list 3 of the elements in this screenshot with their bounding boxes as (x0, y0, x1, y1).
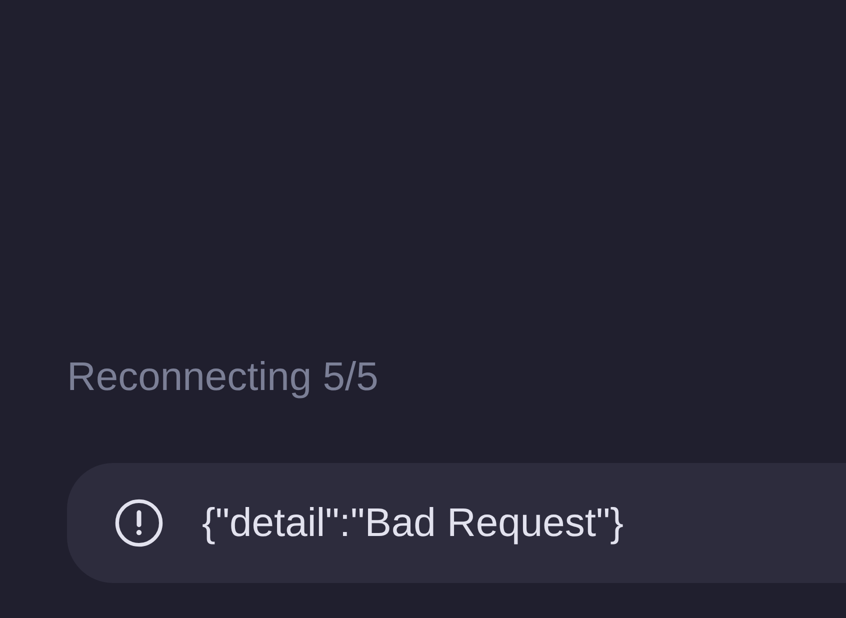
exclamation-circle-icon (114, 498, 164, 548)
error-message: {"detail":"Bad Request"} (202, 500, 624, 547)
reconnecting-status: Reconnecting 5/5 (67, 354, 378, 401)
